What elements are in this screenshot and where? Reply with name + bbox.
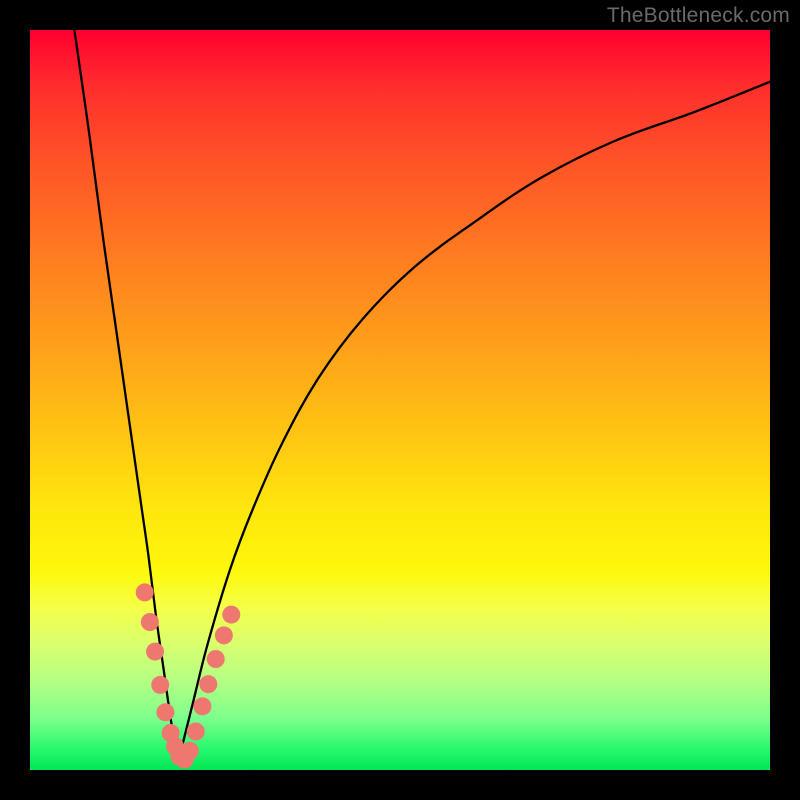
data-marker	[181, 742, 199, 760]
data-marker	[151, 676, 169, 694]
data-marker	[199, 675, 217, 693]
plot-area	[30, 30, 770, 770]
data-marker	[146, 643, 164, 661]
data-marker	[193, 697, 211, 715]
data-marker	[136, 583, 154, 601]
data-marker	[207, 650, 225, 668]
bottleneck-curve	[30, 30, 770, 770]
data-marker	[222, 606, 240, 624]
chart-frame: TheBottleneck.com	[0, 0, 800, 800]
data-marker	[141, 613, 159, 631]
watermark-text: TheBottleneck.com	[607, 4, 790, 28]
data-marker	[215, 626, 233, 644]
curve-right-branch	[178, 82, 770, 763]
data-marker	[156, 703, 174, 721]
data-marker	[187, 723, 205, 741]
